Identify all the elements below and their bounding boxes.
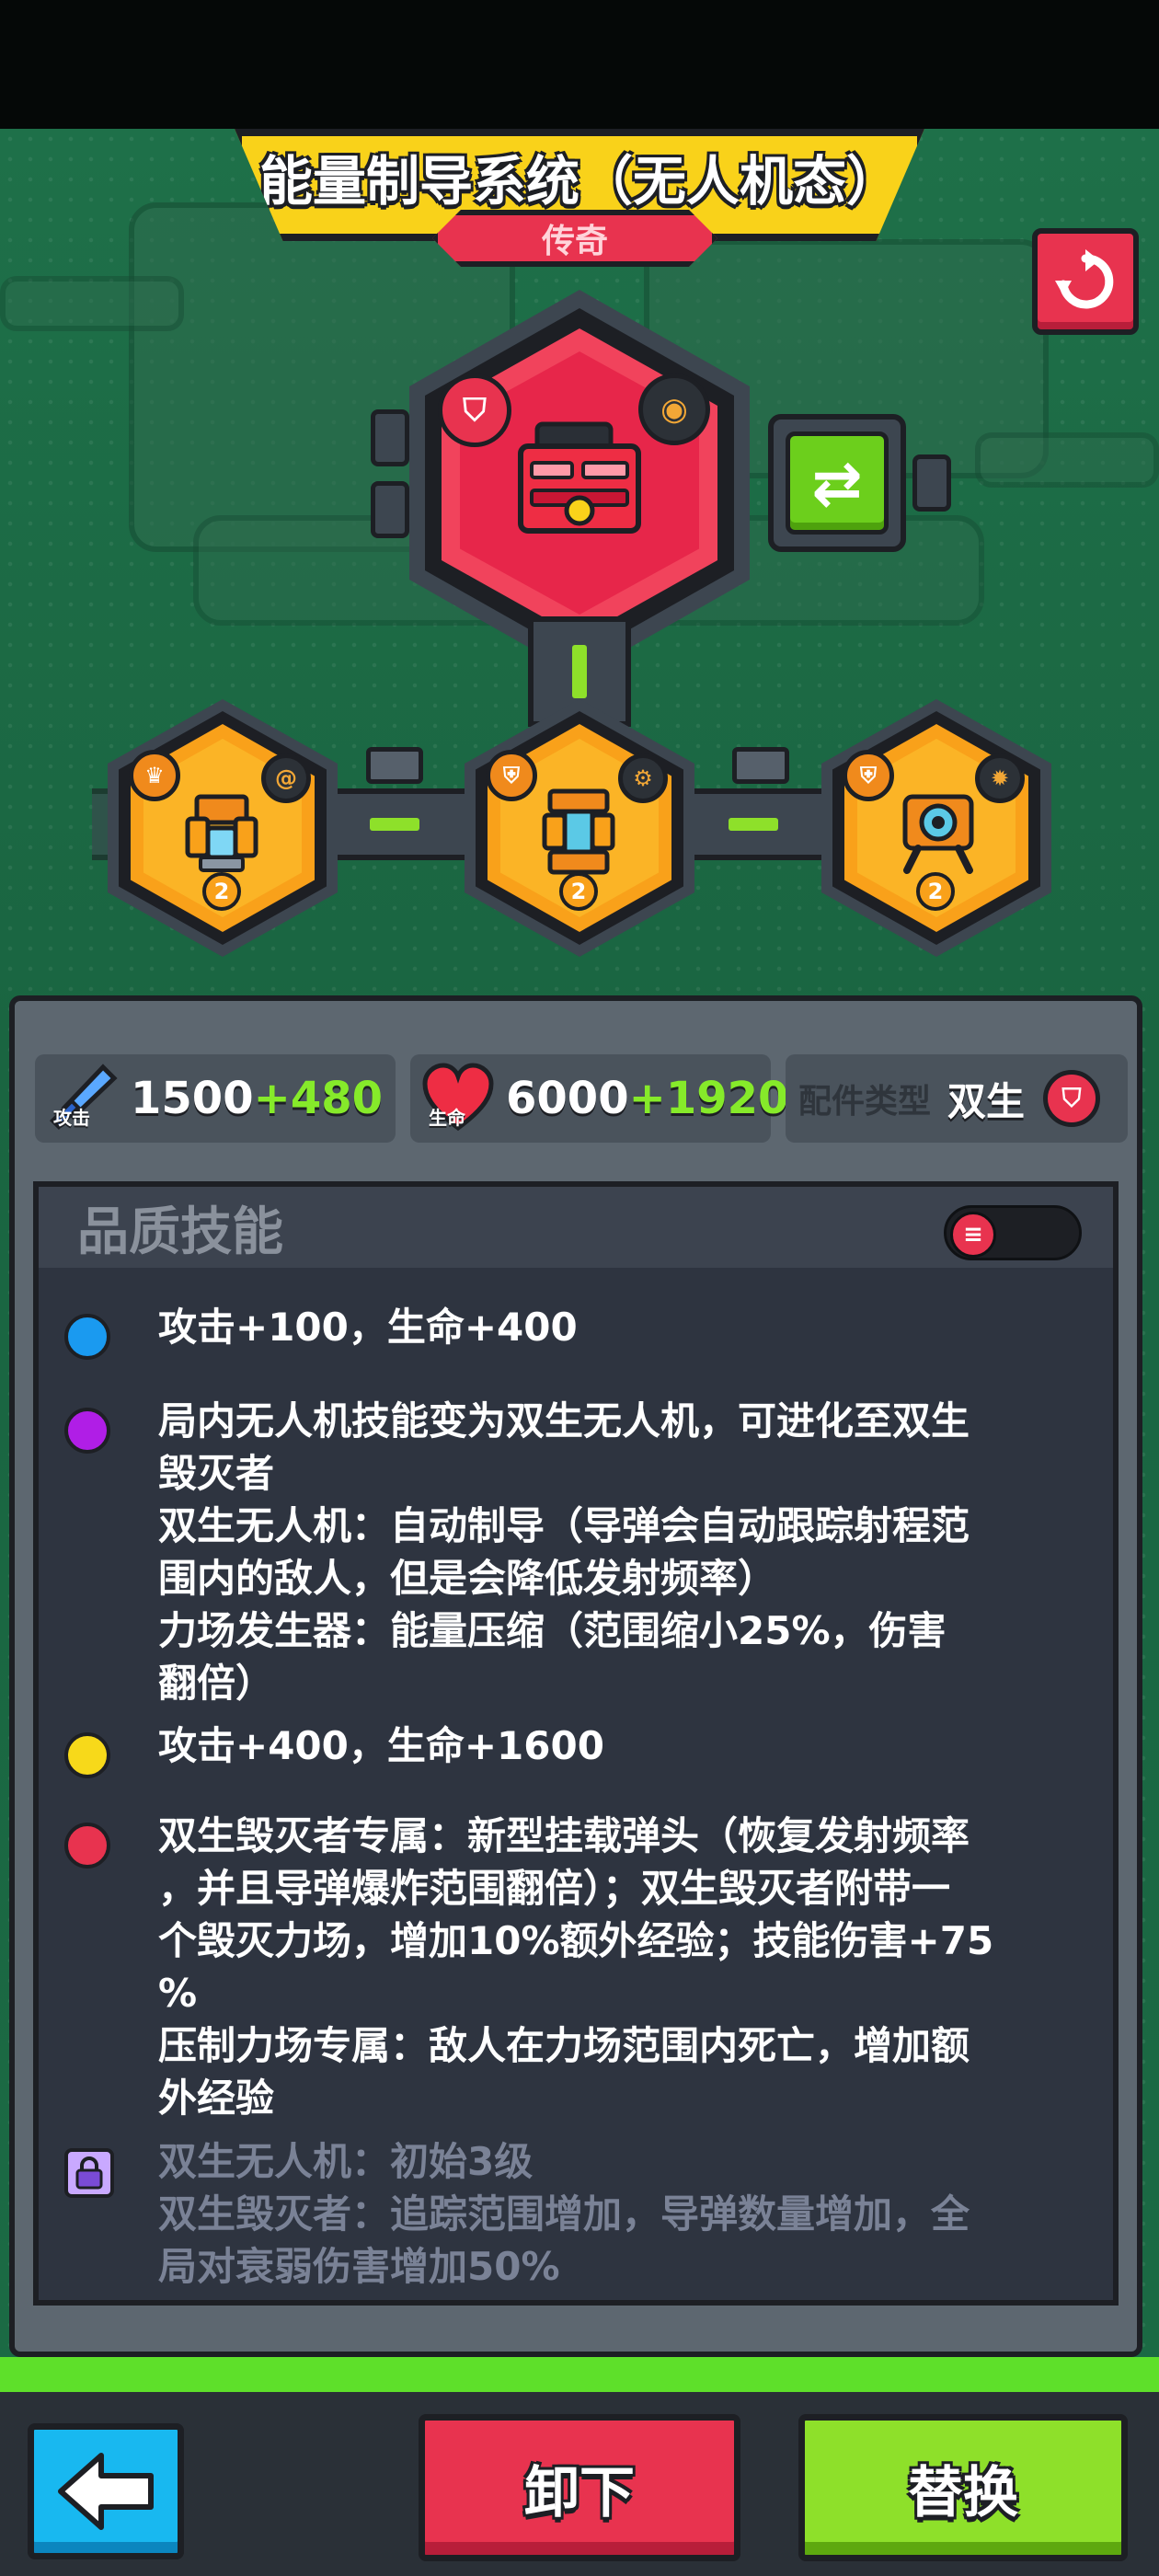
- socket-stub: [912, 454, 951, 512]
- skill-text: 双生毁灭者专属：新型挂载弹头（恢复发射频率 ，并且导弹爆炸范围翻倍）；双生毁灭者…: [158, 1813, 994, 2121]
- part-type-stat: 配件类型 双生 ⛉: [786, 1054, 1128, 1143]
- skill-badge: ⚙: [618, 753, 668, 803]
- item-detail-panel: 攻击 1500 +480 生命 6000 +1920 配件类型 双生 ⛉ 品质技…: [9, 995, 1142, 2357]
- health-stat: 生命 6000 +1920: [410, 1054, 788, 1143]
- gear-icon: ⚙: [633, 765, 653, 791]
- skill-badge: ◉: [638, 374, 710, 445]
- defense-type-badge: ⛨: [843, 750, 894, 801]
- twin-type-badge: ⛉: [438, 374, 511, 447]
- skill-badge: @: [261, 753, 311, 803]
- attack-icon-label: 攻击: [53, 1107, 90, 1129]
- robot-camera-icon: [902, 794, 974, 874]
- skill-text: 局内无人机技能变为双生无人机，可进化至双生 毁灭者 双生无人机：自动制导（导弹会…: [158, 1398, 970, 1706]
- bag-icon: ◉: [660, 391, 688, 428]
- back-button[interactable]: [28, 2423, 184, 2559]
- divider-strip: [0, 2357, 1159, 2392]
- spiky-ball-icon: ✹: [990, 765, 1010, 791]
- rarity-badge: 传奇: [432, 210, 717, 267]
- red-quality-dot: [64, 1823, 110, 1869]
- crown-icon: ♛: [144, 763, 165, 788]
- sword-icon: 攻击: [46, 1062, 120, 1135]
- attack-value: 1500: [131, 1073, 254, 1124]
- skill-text: 双生无人机：初始3级 双生毁灭者：追踪范围增加，导弹数量增加，全 局对衰弱伤害增…: [158, 2139, 970, 2289]
- slot-level: 2: [916, 872, 955, 911]
- twin-type-icon: ⛉: [1043, 1070, 1101, 1127]
- health-icon-label: 生命: [429, 1107, 465, 1129]
- skills-filter-toggle[interactable]: ≡: [944, 1205, 1082, 1260]
- attack-type-badge: ♛: [129, 750, 180, 801]
- lock-icon: [64, 2148, 114, 2198]
- socket-stub: [371, 409, 409, 466]
- purple-quality-dot: [64, 1408, 110, 1454]
- quality-skills-title: 品质技能: [77, 1202, 283, 1262]
- connector-peg: [366, 747, 423, 784]
- refresh-button[interactable]: [1032, 228, 1139, 335]
- item-title: 能量制导系统（无人机态）: [258, 150, 900, 213]
- shield-icon: ⛨: [503, 763, 520, 788]
- quality-skills-panel[interactable]: 品质技能 ≡ 攻击+100，生命+400 局内无人机技能变为双生无人机，可进化至…: [33, 1181, 1119, 2306]
- slot-level: 2: [559, 872, 598, 911]
- part-type-label: 配件类型: [798, 1083, 932, 1121]
- skill-badge: ✹: [975, 753, 1025, 803]
- slot-level: 2: [202, 872, 241, 911]
- health-value: 6000: [506, 1073, 629, 1124]
- defense-type-badge: ⛨: [486, 750, 537, 801]
- attack-bonus: +480: [253, 1073, 384, 1124]
- part-type-value: 双生: [947, 1078, 1026, 1124]
- replace-button[interactable]: 替换: [798, 2414, 1128, 2561]
- socket-stub: [371, 481, 409, 538]
- back-arrow-icon: [58, 2453, 154, 2530]
- drone-turret-icon: [185, 794, 258, 872]
- blue-quality-dot: [64, 1314, 110, 1360]
- quality-skills-header: 品质技能 ≡: [39, 1187, 1113, 1268]
- armor-module-icon: [542, 788, 615, 875]
- refresh-icon: [1055, 249, 1114, 309]
- spiral-icon: @: [275, 765, 297, 791]
- swap-arrows-icon: ⇄: [786, 431, 889, 535]
- twin-type-icon: ⛉: [463, 392, 487, 429]
- swap-part-button[interactable]: ⇄: [768, 414, 906, 552]
- skill-text: 攻击+100，生命+400: [158, 1305, 578, 1350]
- connector-peg: [732, 747, 789, 784]
- attack-stat: 攻击 1500 +480: [35, 1054, 396, 1143]
- missile-launcher-icon: [518, 421, 641, 534]
- list-icon: ≡: [950, 1212, 996, 1258]
- unequip-button[interactable]: 卸下: [419, 2414, 740, 2561]
- health-bonus: +1920: [628, 1073, 789, 1124]
- status-bar: [0, 0, 1159, 129]
- shield-icon: ⛨: [860, 763, 877, 788]
- yellow-quality-dot: [64, 1732, 110, 1778]
- heart-icon: 生命: [421, 1062, 495, 1135]
- skill-text: 攻击+400，生命+1600: [158, 1723, 604, 1768]
